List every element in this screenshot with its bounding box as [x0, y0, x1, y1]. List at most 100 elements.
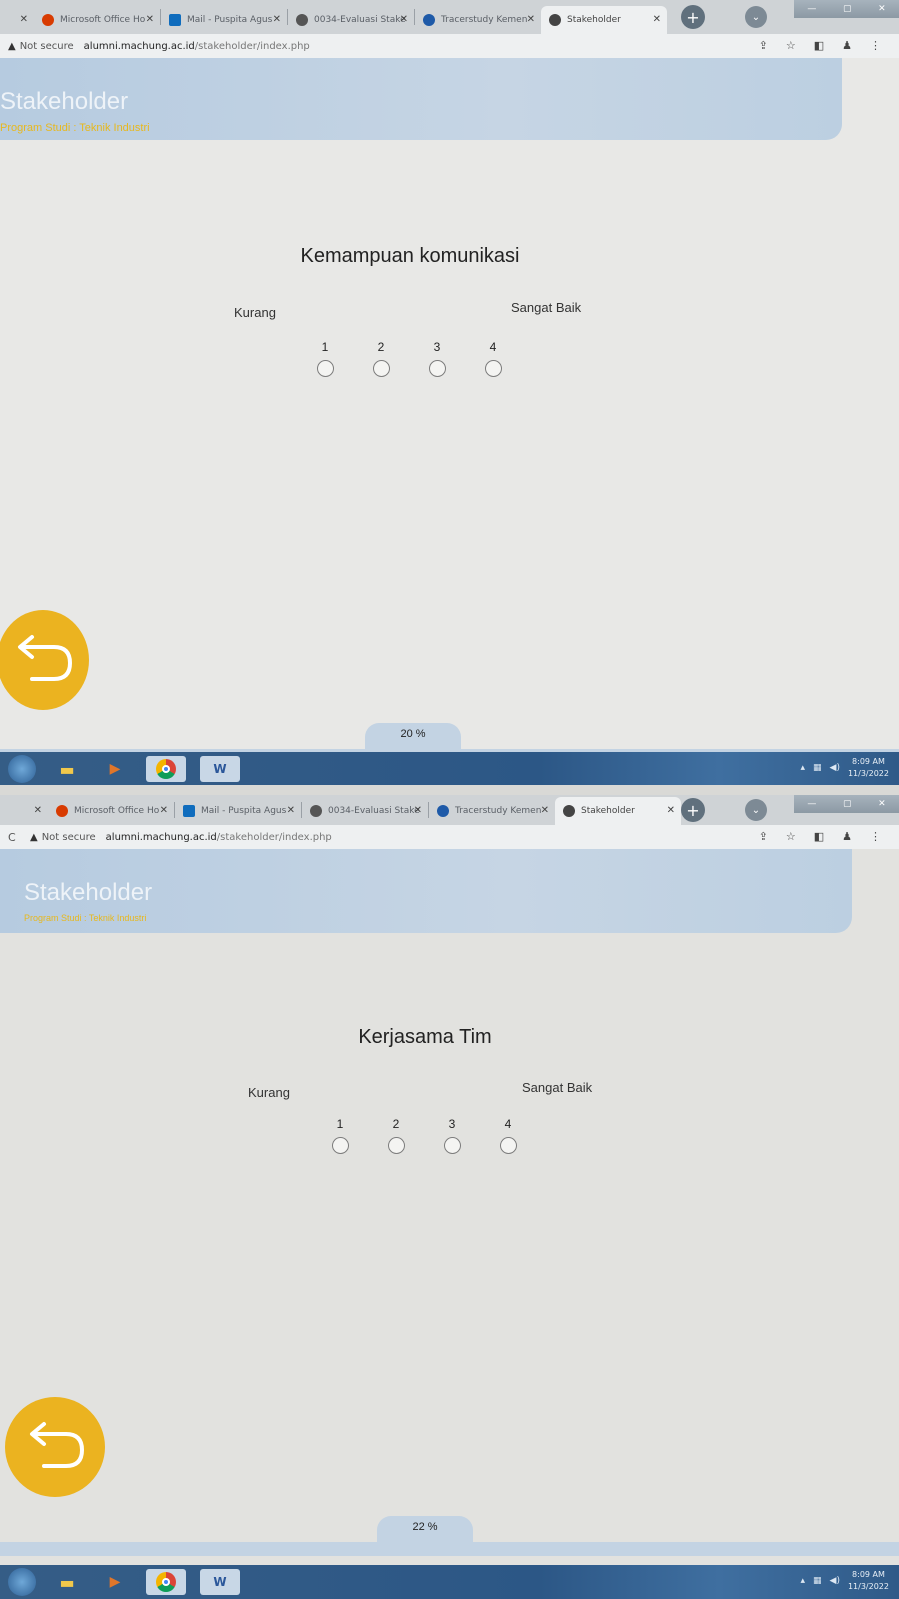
radio-button[interactable]: [372, 360, 390, 377]
radio-button[interactable]: [499, 1137, 517, 1154]
radio-button[interactable]: [484, 360, 502, 377]
chrome-taskbar-icon[interactable]: [146, 756, 186, 782]
tab-close-icon[interactable]: ✕: [20, 14, 28, 25]
browser-tab[interactable]: Microsoft Office Ho ✕: [34, 6, 160, 34]
option-number: 1: [321, 340, 329, 354]
back-button[interactable]: [5, 1397, 105, 1497]
tray-arrow-icon[interactable]: ▴: [800, 1576, 805, 1586]
browser-tab[interactable]: 0034-Evaluasi Stake ✕: [302, 797, 428, 825]
rating-option-2[interactable]: 2: [371, 340, 391, 377]
minimize-icon[interactable]: —: [807, 4, 816, 14]
file-explorer-icon[interactable]: ▬: [50, 756, 84, 782]
browser-tab-active[interactable]: Stakeholder ✕: [555, 797, 681, 825]
bookmark-star-icon[interactable]: ☆: [786, 830, 796, 843]
menu-kebab-icon[interactable]: ⋮: [870, 39, 881, 52]
start-orb-icon[interactable]: [8, 1568, 36, 1596]
reload-icon[interactable]: C: [8, 831, 24, 844]
profile-icon[interactable]: ♟: [842, 830, 852, 843]
back-button[interactable]: [0, 610, 89, 710]
browser-tab[interactable]: Mail - Puspita Agus ✕: [161, 6, 287, 34]
radio-button[interactable]: [316, 360, 334, 377]
side-panel-icon[interactable]: ◧: [814, 39, 824, 52]
tab-search-chevron-icon[interactable]: ⌄: [745, 6, 767, 28]
menu-kebab-icon[interactable]: ⋮: [870, 830, 881, 843]
window-controls[interactable]: — ▢ ✕: [794, 795, 899, 813]
clock[interactable]: 8:09 AM 11/3/2022: [848, 1569, 889, 1593]
tab-close-icon[interactable]: ✕: [34, 805, 42, 816]
rating-option-2[interactable]: 2: [386, 1117, 406, 1154]
network-icon[interactable]: ▦: [813, 1576, 822, 1586]
browser-tab[interactable]: Tracerstudy Kemen ✕: [429, 797, 555, 825]
maximize-icon[interactable]: ▢: [843, 799, 852, 809]
word-taskbar-icon[interactable]: W: [200, 1569, 240, 1595]
browser-tab[interactable]: 0034-Evaluasi Stake ✕: [288, 6, 414, 34]
not-secure-label[interactable]: Not secure: [42, 832, 96, 843]
tab-search-chevron-icon[interactable]: ⌄: [745, 799, 767, 821]
profile-icon[interactable]: ♟: [842, 39, 852, 52]
share-icon[interactable]: ⇪: [759, 830, 768, 843]
tab-close-icon[interactable]: ✕: [160, 805, 168, 816]
file-explorer-icon[interactable]: ▬: [50, 1569, 84, 1595]
clock[interactable]: 8:09 AM 11/3/2022: [848, 756, 889, 780]
radio-button[interactable]: [428, 360, 446, 377]
rating-option-1[interactable]: 1: [330, 1117, 350, 1154]
side-panel-icon[interactable]: ◧: [814, 830, 824, 843]
tracer-favicon-icon: [423, 14, 435, 26]
word-taskbar-icon[interactable]: W: [200, 756, 240, 782]
media-player-icon[interactable]: ▶: [98, 756, 132, 782]
page-header-banner: Stakeholder Program Studi : Teknik Indus…: [0, 58, 842, 140]
rating-option-1[interactable]: 1: [315, 340, 335, 377]
browser-tab[interactable]: Mail - Puspita Agus ✕: [175, 797, 301, 825]
progress-indicator: 22 %: [377, 1516, 473, 1542]
minimize-icon[interactable]: —: [807, 799, 816, 809]
tab-close-icon[interactable]: ✕: [400, 14, 408, 25]
tab-close-icon[interactable]: ✕: [667, 805, 675, 816]
maximize-icon[interactable]: ▢: [843, 4, 852, 14]
browser-tab[interactable]: Tracerstudy Kemen ✕: [415, 6, 541, 34]
bookmark-star-icon[interactable]: ☆: [786, 39, 796, 52]
new-tab-plus-icon[interactable]: +: [681, 5, 705, 29]
tab-close-icon[interactable]: ✕: [146, 14, 154, 25]
tray-arrow-icon[interactable]: ▴: [800, 763, 805, 773]
start-orb-icon[interactable]: [8, 755, 36, 783]
close-window-icon[interactable]: ✕: [878, 799, 886, 809]
not-secure-label[interactable]: Not secure: [20, 41, 74, 52]
volume-icon[interactable]: ◀): [830, 763, 840, 773]
tab-close-icon[interactable]: ✕: [287, 805, 295, 816]
new-tab-plus-icon[interactable]: +: [681, 798, 705, 822]
browser-tab[interactable]: ✕: [14, 797, 48, 825]
network-icon[interactable]: ▦: [813, 763, 822, 773]
browser-tab-active[interactable]: Stakeholder ✕: [541, 6, 667, 34]
volume-icon[interactable]: ◀): [830, 1576, 840, 1586]
page-header-banner: Stakeholder Program Studi : Teknik Indus…: [0, 849, 852, 933]
tab-label: 0034-Evaluasi Stake: [328, 806, 420, 816]
rating-option-4[interactable]: 4: [483, 340, 503, 377]
tab-close-icon[interactable]: ✕: [541, 805, 549, 816]
rating-option-3[interactable]: 3: [427, 340, 447, 377]
chrome-taskbar-icon[interactable]: [146, 1569, 186, 1595]
share-icon[interactable]: ⇪: [759, 39, 768, 52]
radio-button[interactable]: [443, 1137, 461, 1154]
tab-label: Microsoft Office Ho: [60, 15, 146, 25]
address-bar[interactable]: ▲ Not secure alumni.machung.ac.id/stakeh…: [0, 34, 899, 58]
tab-close-icon[interactable]: ✕: [273, 14, 281, 25]
tab-close-icon[interactable]: ✕: [527, 14, 535, 25]
outlook-favicon-icon: [169, 14, 181, 26]
browser-tab[interactable]: Microsoft Office Ho ✕: [48, 797, 174, 825]
radio-button[interactable]: [331, 1137, 349, 1154]
page-title: Stakeholder: [24, 879, 153, 906]
tab-label: Mail - Puspita Agus: [187, 15, 273, 25]
tab-close-icon[interactable]: ✕: [653, 14, 661, 25]
window-controls[interactable]: — ▢ ✕: [794, 0, 899, 18]
tab-close-icon[interactable]: ✕: [414, 805, 422, 816]
close-window-icon[interactable]: ✕: [878, 4, 886, 14]
windows-taskbar: ▬ ▶ W ▴ ▦ ◀) 8:09 AM 11/3/2022: [0, 752, 899, 785]
url-host: alumni.machung.ac.id: [105, 831, 217, 843]
address-bar[interactable]: C ▲ Not secure alumni.machung.ac.id/stak…: [0, 825, 899, 849]
browser-tab[interactable]: ✕: [0, 6, 34, 34]
rating-option-3[interactable]: 3: [442, 1117, 462, 1154]
media-player-icon[interactable]: ▶: [98, 1569, 132, 1595]
radio-button[interactable]: [387, 1137, 405, 1154]
question-title: Kerjasama Tim: [358, 1026, 492, 1048]
rating-option-4[interactable]: 4: [498, 1117, 518, 1154]
